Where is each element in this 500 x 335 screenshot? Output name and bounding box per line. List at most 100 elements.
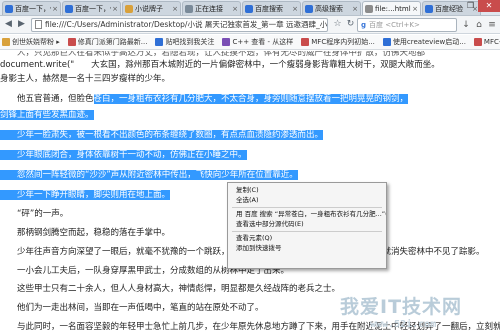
text-line: 他们为一走出林间，当即在一声低喝中，笔直的站在原处不动了。 (0, 303, 264, 313)
maximize-button[interactable]: ❐ (463, 0, 478, 12)
menu-item-search-baidu[interactable]: 用 百度 搜索 “异常苍白，一身粗布衣衫有几分肥...”(S) (228, 209, 386, 219)
bookmark-label: 使用createview启动... (392, 38, 466, 46)
bookmark-icon (67, 38, 76, 46)
favicon-icon (65, 4, 73, 13)
text-line-selected[interactable]: 少年一下睁开眼睛，脚尖则用在地上面。 (0, 189, 171, 201)
browser-tab[interactable]: 高级搜索 × (302, 1, 361, 15)
tab-label: 百度一下，你 (75, 4, 111, 13)
text-line-selected[interactable]: 少年一脸肃失，被一根看不出颜色的布条缠绕了数圈，有点点血渍隐约渗透而出。 (0, 129, 324, 141)
bookmark-item[interactable]: 使用createview启动... (382, 37, 466, 47)
star-icon[interactable]: ☆ (331, 18, 344, 31)
favicon-icon (125, 4, 133, 13)
favicon-icon (365, 4, 373, 13)
menu-item-inspect-element[interactable]: 查看元素(Q) (228, 233, 386, 243)
tab-label: 百度搜索 (255, 4, 283, 13)
selected-text: 他五官普通，但脸色苍白，一身粗布衣衫有几分肥大，不太合身，身旁则随意摆放着一把明… (0, 94, 409, 104)
bookmark-label: C++ 查看 - 从这样 (232, 38, 294, 46)
text-line-selected[interactable]: 忽然间一阵轻微的“沙沙”声从附近密林中传出，飞快向少年所在位置靠近。 (0, 169, 298, 181)
context-menu: 复制(C) 全选(A) 用 百度 搜索 “异常苍白，一身粗布衣衫有几分肥...”… (227, 182, 387, 269)
bookmarks-bar: 创世妖娆帮粉 ▸ 修真门派第门路最新... 贴吧找到我关注 C++ 查看 - 从… (0, 35, 500, 50)
close-window-button[interactable]: ✕ (478, 0, 500, 12)
bookmark-icon (473, 38, 482, 46)
bookmark-label: 创世妖娆帮粉 ▸ (12, 38, 60, 46)
bookmark-icon (382, 38, 391, 46)
bookmark-icon (301, 38, 310, 46)
browser-tab[interactable]: 百度一下，你× (62, 1, 121, 15)
selected-text: 忽然间一阵轻微的“沙沙”声从附近密林中传出，飞快向少年所在位置靠近。 (0, 170, 298, 180)
bookmark-label: 修真门派第门路最新... (77, 38, 148, 46)
search-engine-icon: g (361, 20, 367, 29)
text-line-selected[interactable]: 少年眼底闭合，身体依靠树干一动不动，仿佛正在小睡之中。 (0, 149, 247, 161)
unselected-text: 他五官普通，但脸色 (0, 94, 94, 104)
close-tab-icon[interactable]: × (52, 5, 58, 13)
close-tab-icon[interactable]: × (412, 5, 418, 13)
menu-icon[interactable]: ≡ (486, 19, 498, 31)
text-line: 人，只见那巨人在看来似乎高达万丈，若隐若现，让人捉摸不透，体有无尽的威严在身体中… (0, 51, 426, 58)
close-tab-icon[interactable]: × (352, 5, 358, 13)
browser-tab[interactable]: 小说牌子 × (122, 1, 181, 15)
tab-label: 高级搜索 (315, 4, 343, 13)
watermark-url: www.52i.com (370, 319, 437, 330)
text-line: 那柄钢剑腾空而起，稳稳的落在手掌中。 (0, 228, 171, 238)
home-icon[interactable]: ⌂ (473, 19, 485, 31)
menu-item-view-selection-source[interactable]: 查看选中部分源代码(E) (228, 219, 386, 229)
close-tab-icon[interactable]: × (232, 5, 238, 13)
favicon-icon (425, 4, 433, 13)
bookmark-item[interactable]: 创世妖娆帮粉 ▸ (2, 37, 60, 47)
browser-tab[interactable]: 百度一下，你× (2, 1, 61, 15)
menu-separator (232, 206, 382, 208)
forward-button[interactable]: ▶ (15, 18, 28, 31)
bookmark-label: MFC程序内列初始... (311, 38, 375, 46)
text-line: document.write(" 大玄国，滁州那百木城附近的一片偏僻密林中，一个… (0, 60, 440, 70)
favicon-icon (5, 4, 13, 13)
bookmark-item[interactable]: 修真门派第门路最新... (67, 37, 148, 47)
navigation-bar: ◀ ▶ file:///C:/Users/Administrator/Deskt… (0, 16, 500, 34)
text-line: 身影主人，赫然是一名十三四岁瘦样的少年。 (0, 74, 171, 84)
menu-item-add-speed-dial[interactable]: 添加到快速拨号 (228, 243, 386, 253)
download-icon[interactable]: ↓ (460, 19, 472, 31)
browser-tab[interactable]: 百度搜索 × (242, 1, 301, 15)
bookmark-item[interactable]: MFC程序内列初始... (301, 37, 375, 47)
text-line-selected[interactable]: 剑锋上面有些发黑血迹。 (0, 109, 94, 121)
selected-text: 少年一脸肃失，被一根看不出颜色的布条缠绕了数圈，有点点血渍隐约渗透而出。 (0, 130, 324, 140)
window-controls: – ❐ ✕ (448, 0, 500, 12)
tab-bar: 百度一下，你× 百度一下，你× 小说牌子× 正在连接× 百度搜索× 高级搜索× … (0, 0, 500, 16)
bookmark-icon (2, 38, 10, 46)
bookmark-icon (155, 38, 164, 46)
browser-tab-active[interactable]: file:...html × (362, 1, 421, 15)
menu-item-copy[interactable]: 复制(C) (228, 185, 386, 195)
file-icon (35, 20, 42, 29)
bookmark-label: 贴吧找到我关注 (165, 38, 215, 46)
tab-label: 小说牌子 (135, 4, 163, 13)
bookmark-item[interactable]: C++ 查看 - 从这样 (222, 37, 293, 47)
refresh-button[interactable]: ↻ (344, 18, 357, 31)
close-tab-icon[interactable]: × (172, 5, 178, 13)
menu-item-select-all[interactable]: 全选(A) (228, 195, 386, 205)
tab-label: file:...html (375, 4, 411, 13)
address-bar[interactable]: file:///C:/Users/Administrator/Desktop/小… (31, 17, 328, 32)
selected-text-part: 苍白，一身粗布衣衫有几分肥大，不太合身，身旁则随意摆放着一把明晃晃的钢剑， (93, 94, 409, 104)
selected-text: 少年一下睁开眼睛，脚尖则用在地上面。 (0, 190, 171, 200)
search-placeholder: 百度 <Ctrl+K> (369, 20, 420, 29)
watermark-logo: 我爱IT技术网 www.52i.com (318, 292, 500, 332)
close-tab-icon[interactable]: × (112, 5, 118, 13)
back-button[interactable]: ◀ (2, 18, 15, 31)
bookmark-item[interactable]: MFC-一种查显示 (473, 37, 500, 47)
close-tab-icon[interactable]: × (292, 5, 298, 13)
favicon-icon (305, 4, 313, 13)
bookmark-item[interactable]: 贴吧找到我关注 (155, 37, 214, 47)
search-box[interactable]: g 百度 <Ctrl+K> (357, 17, 457, 32)
browser-tab[interactable]: 正在连接 × (182, 1, 241, 15)
text-line-selected[interactable]: 他五官普通，但脸色苍白，一身粗布衣衫有几分肥大，不太合身，身旁则随意摆放着一把明… (0, 93, 409, 105)
favicon-icon (185, 4, 193, 13)
tab-label: 正在连接 (195, 4, 223, 13)
selected-text: 少年眼底闭合，身体依靠树干一动不动，仿佛正在小睡之中。 (0, 150, 247, 160)
bookmark-label: MFC-一种查显示 (483, 38, 500, 46)
tab-label: 百度一下，你 (15, 4, 51, 13)
watermark-title: 我爱IT技术网 (340, 296, 463, 318)
minimize-button[interactable]: – (448, 0, 463, 12)
bookmark-icon (222, 38, 231, 46)
toolbar-icons: ↓ ⌂ ≡ (459, 19, 498, 31)
address-text: file:///C:/Users/Administrator/Desktop/小… (45, 20, 328, 29)
selected-text: 剑锋上面有些发黑血迹。 (0, 110, 94, 120)
